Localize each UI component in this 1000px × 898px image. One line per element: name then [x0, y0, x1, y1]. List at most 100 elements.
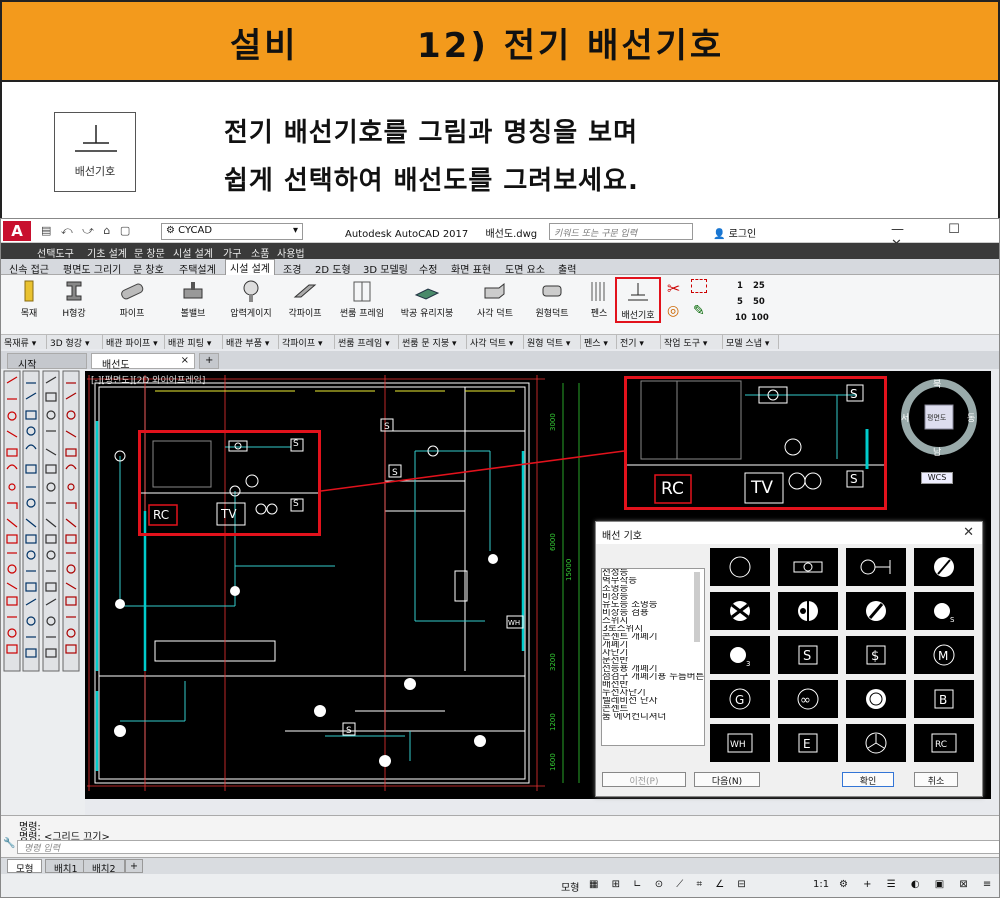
- symbol-earth[interactable]: E: [778, 724, 838, 762]
- list-item[interactable]: 콘센트 개폐기: [602, 633, 704, 641]
- symbol-breaker[interactable]: B: [914, 680, 974, 718]
- tab-doors[interactable]: 문 창호: [133, 261, 164, 276]
- east-label[interactable]: 동: [967, 411, 975, 424]
- tab-display[interactable]: 화면 표현: [451, 261, 491, 276]
- symbol-3way-switch[interactable]: 3: [710, 636, 770, 674]
- list-item[interactable]: 유도등 조명등: [602, 601, 704, 609]
- list-item[interactable]: 비상등 겸용: [602, 609, 704, 617]
- wiring-symbol-button[interactable]: 배선기호: [615, 277, 661, 323]
- symbol-name-list[interactable]: 천정등 벽부착등 조명등 비상등 유도등 조명등 비상등 겸용 스위치 3로스위…: [601, 568, 705, 746]
- list-item[interactable]: 점검구 개폐기용 누름버튼: [602, 673, 704, 681]
- list-item[interactable]: 차단기: [602, 649, 704, 657]
- tab-layout2[interactable]: 배치2: [83, 859, 125, 875]
- list-item[interactable]: 룸 에어컨디셔너: [602, 713, 704, 721]
- top-view-label[interactable]: 평면도: [927, 413, 946, 423]
- panel-title[interactable]: 배관 피팅 ▾: [165, 335, 223, 349]
- north-label[interactable]: 북: [933, 377, 941, 390]
- tab-landscape[interactable]: 조경: [283, 261, 301, 276]
- pipe-button[interactable]: 파이프: [104, 277, 160, 323]
- h-beam-button[interactable]: H형강: [46, 277, 102, 323]
- menu-item[interactable]: 소품: [251, 245, 269, 260]
- list-item[interactable]: 벽부착등: [602, 577, 704, 585]
- tab-floorplan[interactable]: 평면도 그리기: [63, 261, 121, 276]
- list-item[interactable]: 분전반: [602, 657, 704, 665]
- list-item[interactable]: 비상등: [602, 593, 704, 601]
- tab-print[interactable]: 출력: [558, 261, 576, 276]
- search-input[interactable]: 키워드 또는 구문 입력: [549, 223, 693, 240]
- list-scrollbar[interactable]: [694, 572, 700, 642]
- panel-title[interactable]: 3D 형강 ▾: [47, 335, 103, 349]
- work-tools-group[interactable]: ✂ ◎ ✎: [665, 279, 715, 323]
- menu-item[interactable]: 가구: [223, 245, 241, 260]
- app-menu-button[interactable]: A: [3, 221, 31, 241]
- menu-item[interactable]: 시설 설계: [173, 245, 213, 260]
- workspace-select[interactable]: ⚙ CYCAD ▾: [161, 223, 303, 240]
- symbol-water-heater[interactable]: WH: [710, 724, 770, 762]
- menu-item[interactable]: 문 창문: [134, 245, 165, 260]
- close-icon[interactable]: ✕: [963, 525, 974, 540]
- menu-item[interactable]: 선택도구: [37, 245, 74, 260]
- panel-title[interactable]: 원형 덕트 ▾: [524, 335, 581, 349]
- panel-title[interactable]: 사각 덕트 ▾: [467, 335, 524, 349]
- tab-modify[interactable]: 수정: [419, 261, 437, 276]
- view-controls-label[interactable]: [-][평면도][2D 와이어프레임]: [91, 373, 205, 386]
- login-button[interactable]: 👤 로그인: [713, 225, 756, 240]
- panel-title[interactable]: 작업 도구 ▾: [661, 335, 723, 349]
- square-duct-button[interactable]: 사각 덕트: [467, 277, 523, 323]
- list-item[interactable]: 텔레비전 단자: [602, 697, 704, 705]
- symbol-generator[interactable]: G: [710, 680, 770, 718]
- tab-start[interactable]: 시작: [7, 353, 87, 371]
- symbol-bracket-light[interactable]: [846, 548, 906, 586]
- model-space-button[interactable]: 모형: [561, 879, 579, 894]
- symbol-wall-light[interactable]: [778, 548, 838, 586]
- previous-button[interactable]: 이전(P): [602, 772, 686, 787]
- square-pipe-button[interactable]: 각파이프: [277, 277, 333, 323]
- panel-title[interactable]: 모델 스냅 ▾: [723, 335, 779, 349]
- list-item[interactable]: 스위치: [602, 617, 704, 625]
- list-item[interactable]: 천정등: [602, 569, 704, 577]
- west-label[interactable]: 서: [901, 411, 909, 424]
- symbol-guide-light[interactable]: [778, 592, 838, 630]
- tab-house[interactable]: 주택설계: [179, 261, 216, 276]
- list-item[interactable]: 콘센트: [602, 705, 704, 713]
- symbol-emergency-light[interactable]: [914, 548, 974, 586]
- ok-button[interactable]: 확인: [842, 772, 894, 787]
- tab-model[interactable]: 모형: [7, 859, 43, 875]
- symbol-switch-dot[interactable]: S: [914, 592, 974, 630]
- panel-title[interactable]: 목재류 ▾: [1, 335, 47, 349]
- annotation-scale[interactable]: 1:1: [813, 879, 829, 890]
- snap-scale-grid[interactable]: 1 25 5 50 10 100: [731, 281, 771, 327]
- ball-valve-button[interactable]: 볼밸브: [165, 277, 221, 323]
- list-item[interactable]: 배전반: [602, 681, 704, 689]
- panel-title[interactable]: 썬룸 프레임 ▾: [335, 335, 399, 349]
- gable-glass-roof-button[interactable]: 박공 유리지붕: [399, 277, 455, 323]
- new-tab-button[interactable]: +: [199, 353, 219, 369]
- pressure-gauge-button[interactable]: 압력게이지: [223, 277, 279, 323]
- panel-title[interactable]: 배관 파이프 ▾: [103, 335, 165, 349]
- menu-item[interactable]: 기초 설계: [87, 245, 127, 260]
- symbol-ceiling-light[interactable]: [710, 548, 770, 586]
- symbol-combined-light[interactable]: [846, 592, 906, 630]
- close-icon[interactable]: ×: [181, 355, 189, 366]
- quick-access-toolbar[interactable]: ▤ ⤺ ⤻ ⌂ ▢: [41, 224, 133, 238]
- tab-2d[interactable]: 2D 도형: [315, 261, 351, 276]
- panel-title[interactable]: 전기 ▾: [617, 335, 661, 349]
- panel-title[interactable]: 배관 부품 ▾: [223, 335, 279, 349]
- tab-drawing-elements[interactable]: 도면 요소: [505, 261, 545, 276]
- tab-facility[interactable]: 시설 설계: [225, 259, 275, 275]
- tab-layout1[interactable]: 배치1: [45, 859, 87, 875]
- symbol-disconnect[interactable]: $: [846, 636, 906, 674]
- tab-quick-access[interactable]: 신속 접근: [9, 261, 49, 276]
- tool-palette-icons[interactable]: [1, 369, 85, 815]
- command-input[interactable]: 명령 입력: [17, 840, 999, 854]
- tab-current-drawing[interactable]: 배선도 ×: [91, 353, 195, 371]
- symbol-ventilator[interactable]: [846, 724, 906, 762]
- wcs-dropdown[interactable]: WCS: [921, 472, 953, 484]
- tab-3d[interactable]: 3D 모델링: [363, 261, 408, 276]
- symbol-exit-light[interactable]: [710, 592, 770, 630]
- next-button[interactable]: 다음(N): [694, 772, 760, 787]
- symbol-motor[interactable]: M: [914, 636, 974, 674]
- drafting-toggles[interactable]: ▦ ⊞ ∟ ⊙ ⟋ ⌗ ∠ ⊟: [589, 879, 751, 890]
- symbol-push-button[interactable]: [846, 680, 906, 718]
- list-item[interactable]: 3로스위치: [602, 625, 704, 633]
